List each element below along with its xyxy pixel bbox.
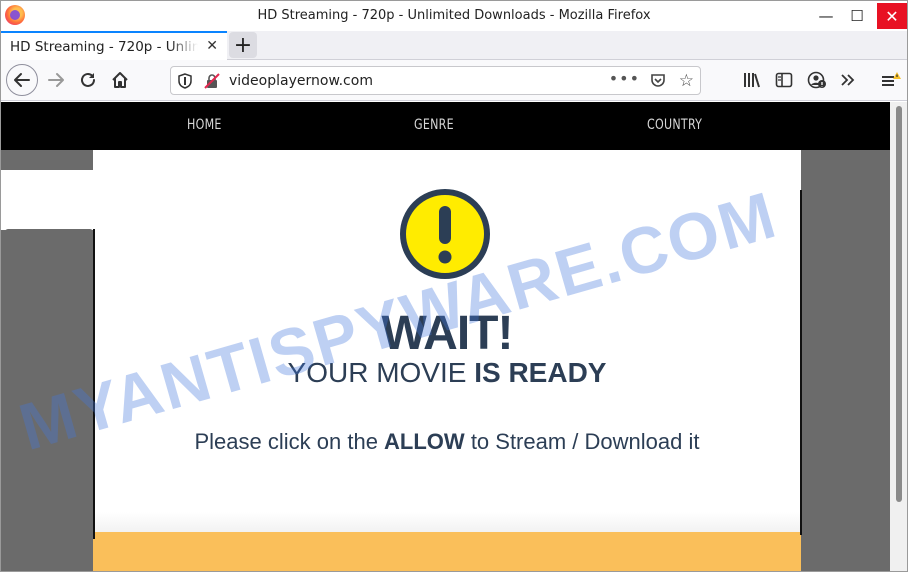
vertical-scrollbar[interactable] xyxy=(890,102,907,571)
headline: WAIT! xyxy=(381,307,514,360)
nav-home-link[interactable]: HOME xyxy=(187,117,222,133)
new-tab-button[interactable]: + xyxy=(229,32,257,58)
popup-left-border xyxy=(93,229,95,539)
maximize-button[interactable]: ☐ xyxy=(840,1,874,31)
pocket-icon[interactable] xyxy=(650,73,666,92)
side-block xyxy=(5,229,93,571)
page-strip xyxy=(1,170,93,230)
subheadline-normal: YOUR MOVIE xyxy=(287,357,475,388)
back-arrow-icon[interactable] xyxy=(6,64,38,96)
window-title: HD Streaming - 720p - Unlimited Download… xyxy=(257,8,651,23)
overflow-chevron-icon[interactable] xyxy=(840,71,856,93)
subheadline-bold: IS READY xyxy=(474,357,607,388)
close-window-button[interactable]: ✕ xyxy=(877,3,907,29)
bookmark-star-icon[interactable]: ☆ xyxy=(679,71,694,91)
web-page: HOME GENRE COUNTRY WAIT! YOUR MOVIE IS R… xyxy=(1,102,907,571)
browser-window: HD Streaming - 720p - Unlimited Download… xyxy=(0,0,908,572)
library-icon[interactable] xyxy=(743,71,761,93)
nav-country-link[interactable]: COUNTRY xyxy=(647,117,702,133)
subheadline: YOUR MOVIE IS READY xyxy=(93,357,801,389)
page-actions-icon[interactable]: ••• xyxy=(609,69,640,88)
tab-title: HD Streaming - 720p - Unlimited Download… xyxy=(10,38,198,55)
tab-active[interactable]: HD Streaming - 720p - Unlimited Download… xyxy=(1,31,227,60)
navigation-toolbar: videoplayernow.com ••• ☆ xyxy=(1,60,907,101)
banner-shadow xyxy=(93,512,801,532)
nav-genre-link[interactable]: GENRE xyxy=(414,117,454,133)
reload-icon[interactable] xyxy=(73,65,103,95)
popup-right-border xyxy=(800,190,802,535)
forward-arrow-icon[interactable] xyxy=(41,65,71,95)
minimize-button[interactable]: — xyxy=(809,1,843,31)
insecure-lock-icon[interactable] xyxy=(204,73,220,93)
orange-banner[interactable] xyxy=(93,532,801,571)
allow-instruction: Please click on the ALLOW to Stream / Do… xyxy=(93,429,801,455)
shield-icon[interactable] xyxy=(178,73,192,93)
title-bar: HD Streaming - 720p - Unlimited Download… xyxy=(1,1,907,31)
url-text[interactable]: videoplayernow.com xyxy=(229,73,373,89)
url-bar[interactable]: videoplayernow.com ••• ☆ xyxy=(170,66,701,95)
exclamation-warning-icon xyxy=(400,189,490,279)
tab-close-icon[interactable]: ✕ xyxy=(206,38,218,54)
side-block xyxy=(5,150,93,170)
home-icon[interactable] xyxy=(105,65,135,95)
instruction-pre: Please click on the xyxy=(194,429,385,454)
instruction-post: to Stream / Download it xyxy=(464,429,700,454)
scam-popup: WAIT! YOUR MOVIE IS READY Please click o… xyxy=(93,150,801,571)
instruction-allow: ALLOW xyxy=(384,429,465,454)
tab-strip: HD Streaming - 720p - Unlimited Download… xyxy=(1,31,907,60)
site-nav-bar: HOME GENRE COUNTRY xyxy=(1,102,890,150)
hamburger-menu-icon[interactable] xyxy=(879,71,901,95)
sidebar-icon[interactable] xyxy=(775,71,793,93)
scrollbar-thumb[interactable] xyxy=(896,106,902,502)
account-icon[interactable] xyxy=(807,71,827,93)
